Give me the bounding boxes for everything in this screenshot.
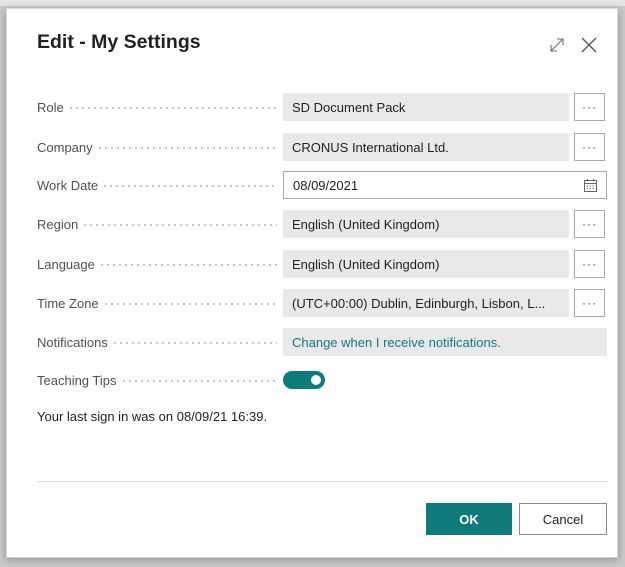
company-lookup-button[interactable]: ··· [574,133,605,161]
notifications-row: Notifications Change when I receive noti… [37,328,607,356]
work-date-input[interactable]: 08/09/2021 [283,171,607,199]
region-label: Region [37,210,279,238]
region-row: Region English (United Kingdom) ··· [37,210,607,238]
region-lookup-button[interactable]: ··· [574,210,605,238]
ok-button[interactable]: OK [426,503,512,535]
language-field[interactable]: English (United Kingdom) [283,250,569,278]
expand-icon[interactable] [547,35,567,55]
time-zone-field[interactable]: (UTC+00:00) Dublin, Edinburgh, Lisbon, L… [283,289,569,317]
role-row: Role SD Document Pack ··· [37,93,607,121]
teaching-tips-label: Teaching Tips [37,366,279,394]
role-field[interactable]: SD Document Pack [283,93,569,121]
cancel-button[interactable]: Cancel [519,503,607,535]
language-label: Language [37,250,279,278]
time-zone-label: Time Zone [37,289,279,317]
region-field[interactable]: English (United Kingdom) [283,210,569,238]
work-date-row: Work Date 08/09/2021 [37,171,607,199]
time-zone-lookup-button[interactable]: ··· [574,289,605,317]
calendar-icon[interactable] [583,178,598,193]
company-label: Company [37,133,279,161]
dialog-title: Edit - My Settings [37,31,201,53]
notifications-label: Notifications [37,328,279,356]
company-field[interactable]: CRONUS International Ltd. [283,133,569,161]
work-date-value: 08/09/2021 [293,177,359,193]
company-row: Company CRONUS International Ltd. ··· [37,133,607,161]
last-sign-in-text: Your last sign in was on 08/09/21 16:39. [37,409,268,424]
teaching-tips-row: Teaching Tips [37,366,607,394]
teaching-tips-toggle[interactable] [283,371,325,389]
background-strip [0,0,625,6]
role-label: Role [37,93,279,121]
toggle-knob [311,375,321,385]
role-lookup-button[interactable]: ··· [574,93,605,121]
settings-dialog: Edit - My Settings Role SD Document Pack… [6,8,618,558]
language-lookup-button[interactable]: ··· [574,250,605,278]
footer-divider [37,481,607,482]
language-row: Language English (United Kingdom) ··· [37,250,607,278]
work-date-label: Work Date [37,171,279,199]
notifications-link[interactable]: Change when I receive notifications. [283,328,607,356]
time-zone-row: Time Zone (UTC+00:00) Dublin, Edinburgh,… [37,289,607,317]
close-icon[interactable] [579,35,599,55]
